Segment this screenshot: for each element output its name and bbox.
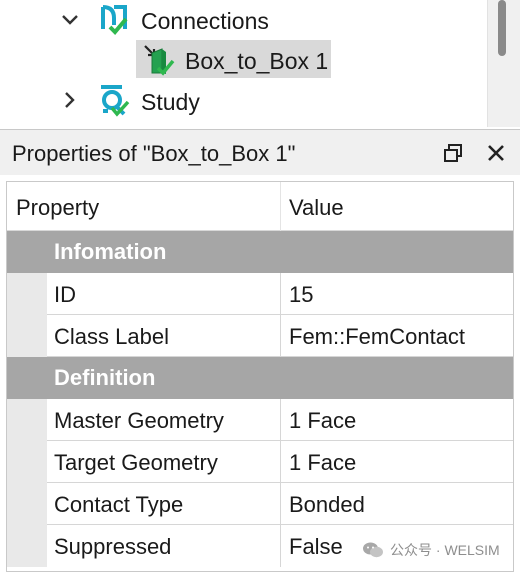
section-label: Infomation: [54, 239, 167, 264]
chevron-down-icon[interactable]: [60, 10, 80, 30]
tree-item-box-to-box-label[interactable]: Box_to_Box 1: [185, 47, 328, 75]
close-icon[interactable]: [482, 139, 510, 167]
property-row-contact-type[interactable]: Contact Type Bonded: [7, 483, 513, 525]
column-divider[interactable]: [280, 182, 281, 231]
tree-item-study-label[interactable]: Study: [141, 88, 200, 116]
property-name: ID: [54, 282, 76, 307]
tree-item-connections-label[interactable]: Connections: [141, 7, 269, 35]
property-value[interactable]: False: [289, 534, 343, 560]
column-divider: [280, 441, 281, 483]
row-gutter: [7, 273, 47, 315]
property-value[interactable]: 15: [289, 282, 313, 308]
contact-icon: [144, 45, 175, 76]
float-window-icon[interactable]: [440, 139, 468, 167]
model-tree: Connections Box_to_Box 1 Study: [0, 0, 520, 127]
watermark: 公众号 · WELSIM: [362, 540, 500, 560]
properties-title: Properties of "Box_to_Box 1": [12, 141, 296, 166]
section-header-information[interactable]: Infomation: [7, 231, 513, 273]
row-gutter: [7, 441, 47, 483]
section-label: Definition: [54, 365, 156, 390]
property-value[interactable]: 1 Face: [289, 450, 356, 476]
section-header-definition[interactable]: Definition: [7, 357, 513, 399]
column-divider: [280, 273, 281, 315]
property-name: Class Label: [54, 324, 169, 349]
connections-icon: [101, 5, 128, 35]
property-row-id[interactable]: ID 15: [7, 273, 513, 315]
properties-header: Properties of "Box_to_Box 1": [0, 129, 520, 175]
row-gutter: [7, 315, 47, 357]
property-value[interactable]: Bonded: [289, 492, 365, 518]
watermark-text: 公众号 · WELSIM: [390, 542, 500, 558]
study-icon: [101, 85, 130, 117]
column-divider: [280, 525, 281, 567]
chevron-right-icon[interactable]: [60, 90, 80, 110]
property-row-master-geometry[interactable]: Master Geometry 1 Face: [7, 399, 513, 441]
property-row-class-label[interactable]: Class Label Fem::FemContact: [7, 315, 513, 357]
wechat-icon: [363, 542, 383, 558]
tree-scrollbar-thumb[interactable]: [498, 0, 506, 56]
property-row-target-geometry[interactable]: Target Geometry 1 Face: [7, 441, 513, 483]
row-gutter: [7, 399, 47, 441]
property-name: Suppressed: [54, 534, 172, 559]
property-value[interactable]: 1 Face: [289, 408, 356, 434]
property-grid: Property Value Infomation ID 15 Class La…: [6, 181, 514, 572]
column-divider: [280, 483, 281, 525]
property-name: Contact Type: [54, 492, 184, 517]
property-name: Master Geometry: [54, 408, 224, 433]
column-divider: [280, 399, 281, 441]
row-gutter: [7, 483, 47, 525]
column-divider: [280, 315, 281, 357]
column-header-property[interactable]: Property: [16, 195, 99, 221]
property-name: Target Geometry: [54, 450, 218, 475]
column-header-value[interactable]: Value: [289, 195, 344, 221]
property-value[interactable]: Fem::FemContact: [289, 324, 465, 350]
row-gutter: [7, 525, 47, 567]
property-grid-header: Property Value: [7, 182, 513, 231]
